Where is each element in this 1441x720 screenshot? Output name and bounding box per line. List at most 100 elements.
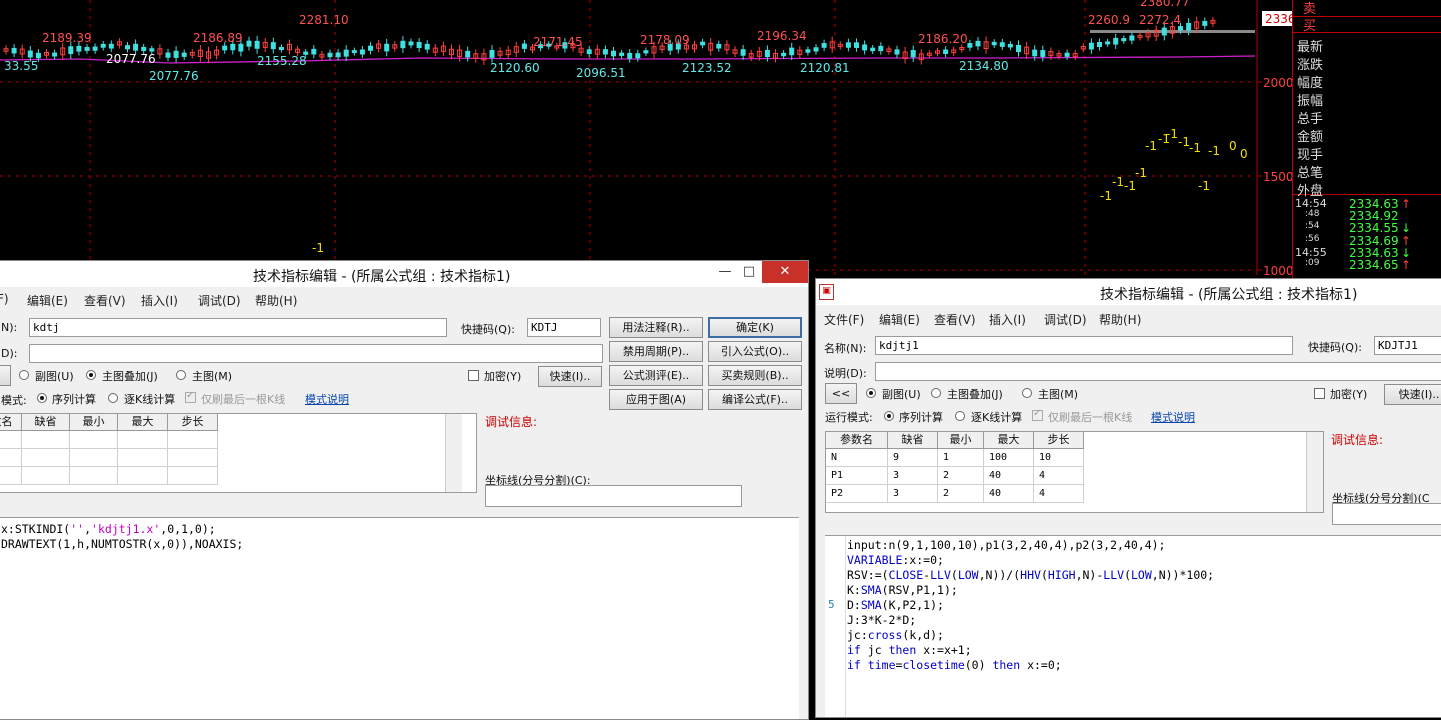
left-param-table[interactable]: 数名缺省最小最大步长 bbox=[0, 413, 477, 493]
left-indicator-editor: 技术指标编辑 - (所属公式组 : 技术指标1) — □ ✕ F) 编辑(E) 查看… bbox=[0, 260, 809, 720]
table-cell[interactable] bbox=[70, 467, 118, 485]
right-radio-sub[interactable] bbox=[866, 388, 876, 398]
confirm-button[interactable]: 确定(K) bbox=[708, 317, 802, 338]
right-desc-input[interactable] bbox=[875, 362, 1441, 381]
left-shortcut-input[interactable]: KDTJ bbox=[527, 318, 601, 337]
table-cell[interactable] bbox=[168, 431, 218, 449]
menu-item[interactable]: F) bbox=[0, 292, 9, 306]
axis-label: 2000 bbox=[1263, 76, 1292, 90]
left-code-editor[interactable]: x:STKINDI('','kdjtj1.x',0,1,0); DRAWTEXT(… bbox=[0, 517, 799, 719]
right-encrypt-checkbox[interactable] bbox=[1314, 388, 1325, 399]
table-cell[interactable] bbox=[0, 431, 22, 449]
table-cell[interactable]: 10 bbox=[1034, 449, 1084, 467]
right-table-scrollbar[interactable] bbox=[1306, 432, 1323, 512]
table-cell[interactable]: 40 bbox=[984, 467, 1034, 485]
right-axis-input[interactable] bbox=[1332, 503, 1441, 525]
kline-chart[interactable]: 2000 1500 1000 2336 2189.39 2186.89 2281.10 217… bbox=[0, 0, 1296, 278]
left-desc-input[interactable] bbox=[29, 344, 603, 363]
left-encrypt-label: 加密(Y) bbox=[484, 370, 522, 383]
table-cell[interactable] bbox=[118, 467, 168, 485]
right-radio-main[interactable] bbox=[1022, 388, 1032, 398]
compile-formula-button[interactable]: 编译公式(F).. bbox=[708, 389, 802, 410]
left-seq-calc-radio[interactable] bbox=[37, 393, 47, 403]
right-shortcut-input[interactable]: KDJTJ1 bbox=[1374, 336, 1441, 355]
close-icon[interactable]: ✕ bbox=[762, 261, 808, 283]
apply-to-chart-button[interactable]: 应用于图(A) bbox=[609, 389, 703, 410]
table-cell[interactable]: 9 bbox=[888, 449, 938, 467]
right-seq-calc-radio[interactable] bbox=[884, 411, 894, 421]
left-radio-main[interactable] bbox=[176, 370, 186, 380]
table-cell[interactable] bbox=[22, 431, 70, 449]
price-label-high: 2281.10 bbox=[299, 13, 349, 27]
left-radio-main-label: 主图(M) bbox=[192, 370, 233, 383]
menu-item[interactable]: 调试(D) bbox=[198, 292, 241, 309]
left-tick-calc-radio[interactable] bbox=[108, 393, 118, 403]
table-cell[interactable]: P1 bbox=[826, 467, 888, 485]
column-header: 最小 bbox=[70, 414, 118, 431]
tape-time: :09 bbox=[1305, 258, 1320, 268]
candle-body bbox=[611, 50, 616, 57]
table-cell[interactable]: 4 bbox=[1034, 485, 1084, 503]
minimize-icon[interactable]: — bbox=[713, 261, 737, 283]
left-table-scrollbar[interactable] bbox=[445, 414, 462, 492]
table-cell[interactable] bbox=[0, 449, 22, 467]
table-cell[interactable] bbox=[22, 467, 70, 485]
right-param-table[interactable]: 参数名 缺省 最小 最大 步长 N 9 1 100 10 P1 3 2 40 4 P2 3 2 40 4 bbox=[825, 431, 1324, 513]
table-cell[interactable]: 2 bbox=[938, 467, 984, 485]
menu-item[interactable]: 文件(F) bbox=[824, 311, 864, 328]
menu-item[interactable]: 插入(I) bbox=[141, 292, 178, 309]
table-cell[interactable] bbox=[118, 431, 168, 449]
left-desc-label: D): bbox=[1, 347, 18, 360]
table-cell[interactable] bbox=[168, 449, 218, 467]
disable-period-button[interactable]: 禁用周期(P).. bbox=[609, 341, 703, 362]
table-cell[interactable] bbox=[118, 449, 168, 467]
candle-body bbox=[991, 41, 997, 46]
table-cell[interactable] bbox=[168, 467, 218, 485]
trade-rules-button[interactable]: 买卖规则(B).. bbox=[708, 365, 802, 386]
table-cell[interactable] bbox=[0, 467, 22, 485]
left-axis-input[interactable] bbox=[485, 485, 742, 507]
table-cell[interactable]: 3 bbox=[888, 467, 938, 485]
table-cell[interactable]: 1 bbox=[938, 449, 984, 467]
table-cell[interactable]: 4 bbox=[1034, 467, 1084, 485]
table-cell[interactable]: P2 bbox=[826, 485, 888, 503]
left-radio-main-overlay[interactable] bbox=[86, 370, 96, 380]
right-code-editor[interactable]: 5 input:n(9,1,100,10),p1(3,2,40,4),p2(3,… bbox=[825, 535, 1441, 717]
maximize-icon[interactable]: □ bbox=[737, 261, 761, 283]
menu-item[interactable]: 查看(V) bbox=[934, 311, 976, 328]
table-cell[interactable]: 100 bbox=[984, 449, 1034, 467]
left-refresh-last-checkbox[interactable] bbox=[185, 390, 196, 403]
left-name-input[interactable]: kdtj bbox=[29, 318, 447, 337]
table-cell[interactable] bbox=[22, 449, 70, 467]
left-mode-help-link[interactable]: 模式说明 bbox=[305, 391, 349, 407]
usage-notes-button[interactable]: 用法注释(R).. bbox=[609, 317, 703, 338]
right-refresh-last-checkbox[interactable] bbox=[1032, 408, 1043, 421]
app-icon: ▣ bbox=[819, 284, 834, 300]
table-cell[interactable]: 2 bbox=[938, 485, 984, 503]
table-cell[interactable] bbox=[70, 449, 118, 467]
formula-evaluate-button[interactable]: 公式测评(E).. bbox=[609, 365, 703, 386]
table-cell[interactable]: N bbox=[826, 449, 888, 467]
menu-item[interactable]: 帮助(H) bbox=[1099, 311, 1141, 328]
left-radio-sub[interactable] bbox=[19, 370, 29, 380]
right-mode-help-link[interactable]: 模式说明 bbox=[1151, 409, 1195, 425]
right-fast-button[interactable]: 快速(I).. bbox=[1384, 384, 1441, 405]
left-fast-button[interactable]: 快速(I).. bbox=[538, 366, 602, 387]
menu-item[interactable]: 调试(D) bbox=[1044, 311, 1087, 328]
left-collapse-button[interactable] bbox=[0, 365, 11, 386]
import-formula-button[interactable]: 引入公式(O).. bbox=[708, 341, 802, 362]
candle-body bbox=[1016, 44, 1021, 53]
menu-item[interactable]: 查看(V) bbox=[84, 292, 126, 309]
menu-item[interactable]: 编辑(E) bbox=[27, 292, 68, 309]
right-collapse-button[interactable]: << bbox=[825, 383, 857, 404]
right-tick-calc-radio[interactable] bbox=[955, 411, 965, 421]
table-cell[interactable] bbox=[70, 431, 118, 449]
menu-item[interactable]: 插入(I) bbox=[989, 311, 1026, 328]
menu-item[interactable]: 帮助(H) bbox=[255, 292, 297, 309]
right-radio-main-overlay[interactable] bbox=[931, 388, 941, 398]
menu-item[interactable]: 编辑(E) bbox=[879, 311, 920, 328]
table-cell[interactable]: 40 bbox=[984, 485, 1034, 503]
left-encrypt-checkbox[interactable] bbox=[468, 370, 479, 381]
table-cell[interactable]: 3 bbox=[888, 485, 938, 503]
right-name-input[interactable]: kdjtj1 bbox=[875, 336, 1293, 355]
